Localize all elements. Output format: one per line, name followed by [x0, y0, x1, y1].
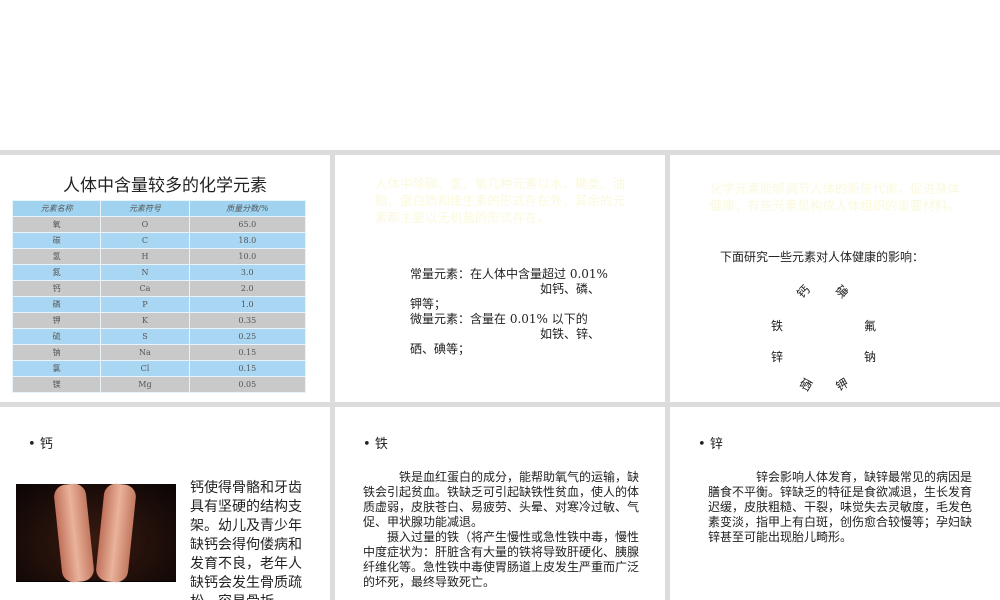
- circle-element: 锌: [771, 350, 784, 364]
- bullet-heading: • 锌: [698, 437, 723, 452]
- table-header: 元素符号: [101, 201, 189, 216]
- table-cell: 1.0: [189, 297, 305, 312]
- slide-element-health[interactable]: 化学元素能够调节人体的新陈代谢，促进身体健康，有些元素是构成人体组织的重要材料。…: [670, 155, 1000, 402]
- table-row: 氯 Cl 0.15: [13, 361, 305, 376]
- slide-calcium[interactable]: • 钙 钙使得骨骼和牙齿具有坚硬的结构支架。幼儿及青少年缺钙会得佝偻病和发育不良…: [0, 407, 330, 600]
- table-cell: 氮: [13, 265, 101, 280]
- table-cell: 0.35: [189, 313, 305, 328]
- table-cell: 磷: [13, 297, 101, 312]
- faint-bullet-text: 人体中除碳、氢、氧几种元素以水、糖类、油脂、蛋白质和维生素的形式存在外，其余的元…: [375, 176, 626, 225]
- zinc-text: 锌会影响人体发育，缺锌最常见的病因是膳食不平衡。锌缺乏的特征是食欲减退，生长发育…: [708, 470, 973, 544]
- circle-element: 钙: [794, 282, 813, 302]
- table-row: 钾 K 0.35: [13, 313, 305, 328]
- slide-element-table[interactable]: 人体中含量较多的化学元素 元素名称 元素符号 质量分数/% 氧 O 65.0 碳 C 18…: [0, 155, 330, 402]
- element-table: 元素名称 元素符号 质量分数/% 氧 O 65.0 碳 C 18.0 氢 H 10.0 氮 N 3.0…: [12, 200, 306, 393]
- table-cell: 氧: [13, 217, 101, 232]
- table-cell: H: [101, 249, 189, 264]
- text-line: 钾等；: [410, 297, 447, 311]
- table-cell: 氯: [13, 361, 101, 376]
- slide-title: 人体中含量较多的化学元素: [63, 176, 267, 196]
- intro-text: 下面研究一些元素对人体健康的影响：: [720, 250, 925, 264]
- text-line: 如钙、磷、: [540, 282, 601, 296]
- table-row: 氮 N 3.0: [13, 265, 305, 280]
- table-row: 钠 Na 0.15: [13, 345, 305, 360]
- bullet-heading: • 铁: [363, 437, 388, 452]
- heading-text: 铁: [374, 437, 388, 452]
- heading-text: 钙: [39, 437, 53, 452]
- heading-text: 锌: [709, 437, 723, 452]
- circle-element: 钾: [833, 375, 851, 394]
- table-cell: 钾: [13, 313, 101, 328]
- text-line: 硒、碘等；: [410, 342, 471, 356]
- slide-element-categories[interactable]: 人体中除碳、氢、氧几种元素以水、糖类、油脂、蛋白质和维生素的形式存在外，其余的元…: [335, 155, 665, 402]
- table-cell: Na: [101, 345, 189, 360]
- table-cell: 氢: [13, 249, 101, 264]
- table-cell: Ca: [101, 281, 189, 296]
- table-cell: 钙: [13, 281, 101, 296]
- table-cell: 65.0: [189, 217, 305, 232]
- table-row: 氢 H 10.0: [13, 249, 305, 264]
- table-cell: 0.25: [189, 329, 305, 344]
- bullet-heading: • 钙: [28, 437, 53, 452]
- table-row: 磷 P 1.0: [13, 297, 305, 312]
- table-cell: 镁: [13, 377, 101, 392]
- table-cell: 硫: [13, 329, 101, 344]
- table-cell: 10.0: [189, 249, 305, 264]
- table-cell: O: [101, 217, 189, 232]
- table-row: 钙 Ca 2.0: [13, 281, 305, 296]
- table-cell: Cl: [101, 361, 189, 376]
- table-cell: 3.0: [189, 265, 305, 280]
- table-cell: 0.15: [189, 361, 305, 376]
- table-cell: 0.15: [189, 345, 305, 360]
- table-row: 镁 Mg 0.05: [13, 377, 305, 392]
- circle-element: 铁: [771, 319, 784, 333]
- table-cell: K: [101, 313, 189, 328]
- table-cell: Mg: [101, 377, 189, 392]
- table-cell: S: [101, 329, 189, 344]
- iron-text-2: 摄入过量的铁（将产生慢性或急性铁中毒，慢性中度症状为：肝脏含有大量的铁将导致肝硬…: [363, 530, 640, 589]
- table-row: 氧 O 65.0: [13, 217, 305, 232]
- table-row: 硫 S 0.25: [13, 329, 305, 344]
- slide-iron[interactable]: • 铁 铁是血红蛋白的成分，能帮助氧气的运输，缺铁会引起贫血。铁缺乏可引起缺铁性…: [335, 407, 665, 600]
- text-line: 常量元素：在人体中含量超过 0.01%: [410, 267, 608, 281]
- table-cell: P: [101, 297, 189, 312]
- table-cell: 0.05: [189, 377, 305, 392]
- calcium-text: 钙使得骨骼和牙齿具有坚硬的结构支架。幼儿及青少年缺钙会得佝偻病和发育不良，老年人…: [190, 480, 302, 600]
- table-cell: 钠: [13, 345, 101, 360]
- circle-element: 碘: [832, 282, 851, 302]
- circle-element: 硒: [797, 375, 815, 394]
- table-header: 元素名称: [13, 201, 101, 216]
- table-cell: 碳: [13, 233, 101, 248]
- slide-zinc[interactable]: • 锌 锌会影响人体发育，缺锌最常见的病因是膳食不平衡。锌缺乏的特征是食欲减退，…: [670, 407, 1000, 600]
- table-cell: 18.0: [189, 233, 305, 248]
- text-line: 微量元素：含量在 0.01% 以下的: [410, 312, 588, 326]
- circle-element: 钠: [864, 350, 877, 364]
- table-cell: 2.0: [189, 281, 305, 296]
- circle-element: 氟: [864, 319, 877, 333]
- text-line: 如铁、锌、: [540, 327, 601, 341]
- faint-bullet-text: 化学元素能够调节人体的新陈代谢，促进身体健康，有些元素是构成人体组织的重要材料。: [710, 181, 961, 213]
- table-header: 质量分数/%: [189, 201, 305, 216]
- iron-text-1: 铁是血红蛋白的成分，能帮助氧气的运输，缺铁会引起贫血。铁缺乏可引起缺铁性贫血，使…: [363, 470, 640, 529]
- table-row: 碳 C 18.0: [13, 233, 305, 248]
- table-cell: N: [101, 265, 189, 280]
- rickets-legs-photo: [16, 482, 176, 584]
- table-cell: C: [101, 233, 189, 248]
